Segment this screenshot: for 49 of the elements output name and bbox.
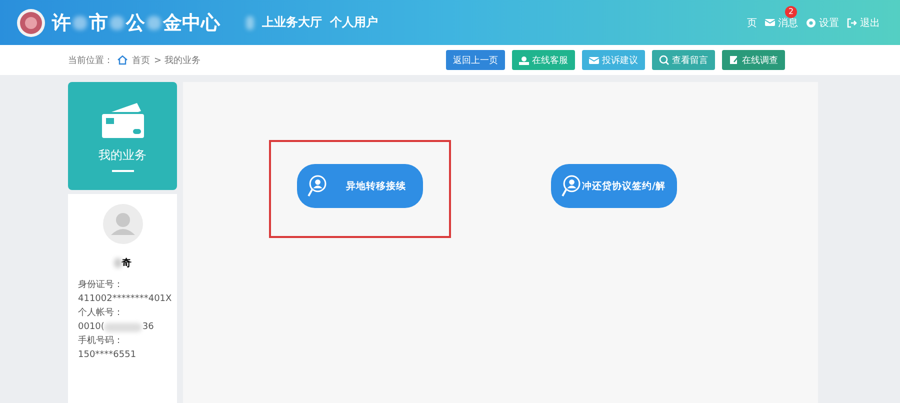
blurred-text [147,16,161,30]
field-label: 个人帐号： [78,306,124,320]
field-value: 36 [142,321,154,334]
header-link[interactable]: 设置 [806,16,839,30]
envelope-icon [765,18,775,27]
breadcrumb-link[interactable]: 首页 [132,54,150,66]
action-button[interactable]: 投诉建议 [582,50,645,70]
nav-link[interactable]: 上业务大厅 [262,14,322,31]
service-button[interactable]: 冲还贷协议签约/解 [551,164,677,208]
breadcrumb-label: 当前位置： [68,54,113,66]
blurred-text [104,322,142,332]
site-title: 公 [126,10,145,36]
field-value: 411002********401X [78,293,172,306]
blurred-text [110,16,124,30]
action-button[interactable]: 在线客服 [512,50,575,70]
emblem-icon [16,8,46,38]
blurred-text [73,16,87,30]
search-icon [659,55,669,65]
action-button[interactable]: 查看留言 [652,50,715,70]
action-button[interactable]: 在线调查 [722,50,785,70]
site-title: 市 [89,10,108,36]
user-name: 奇 [122,256,132,270]
site-title: 许 [52,10,71,36]
settings-icon [806,18,816,28]
edit-icon [729,55,739,65]
logout-icon [847,18,857,28]
blurred-text [114,258,122,268]
user-search-icon [307,174,327,198]
home-icon [117,55,128,65]
user-search-icon [561,174,581,198]
header-link[interactable]: 消息 [765,16,798,30]
breadcrumb-current: > 我的业务 [154,54,200,66]
avatar-icon [102,204,142,244]
business-card[interactable]: 我的业务 [68,82,177,190]
header-link[interactable]: 退出 [847,16,880,30]
nav-link[interactable]: 个人用户 [330,14,378,31]
person-icon [519,56,529,64]
service-button[interactable]: 异地转移接续 [297,164,423,208]
field-label: 手机号码： [78,334,124,348]
field-label: 身份证号： [78,278,124,292]
card-label: 我的业务 [98,146,146,164]
header-link[interactable]: 页 [747,16,757,30]
field-value: 0010( [78,321,104,334]
count-badge: 2 [785,6,797,18]
action-button[interactable]: 返回上一页 [446,50,505,70]
blurred-text [246,16,254,30]
envelope-icon [589,56,599,64]
field-value: 150****6551 [78,349,136,362]
site-title: 金中心 [163,10,220,36]
